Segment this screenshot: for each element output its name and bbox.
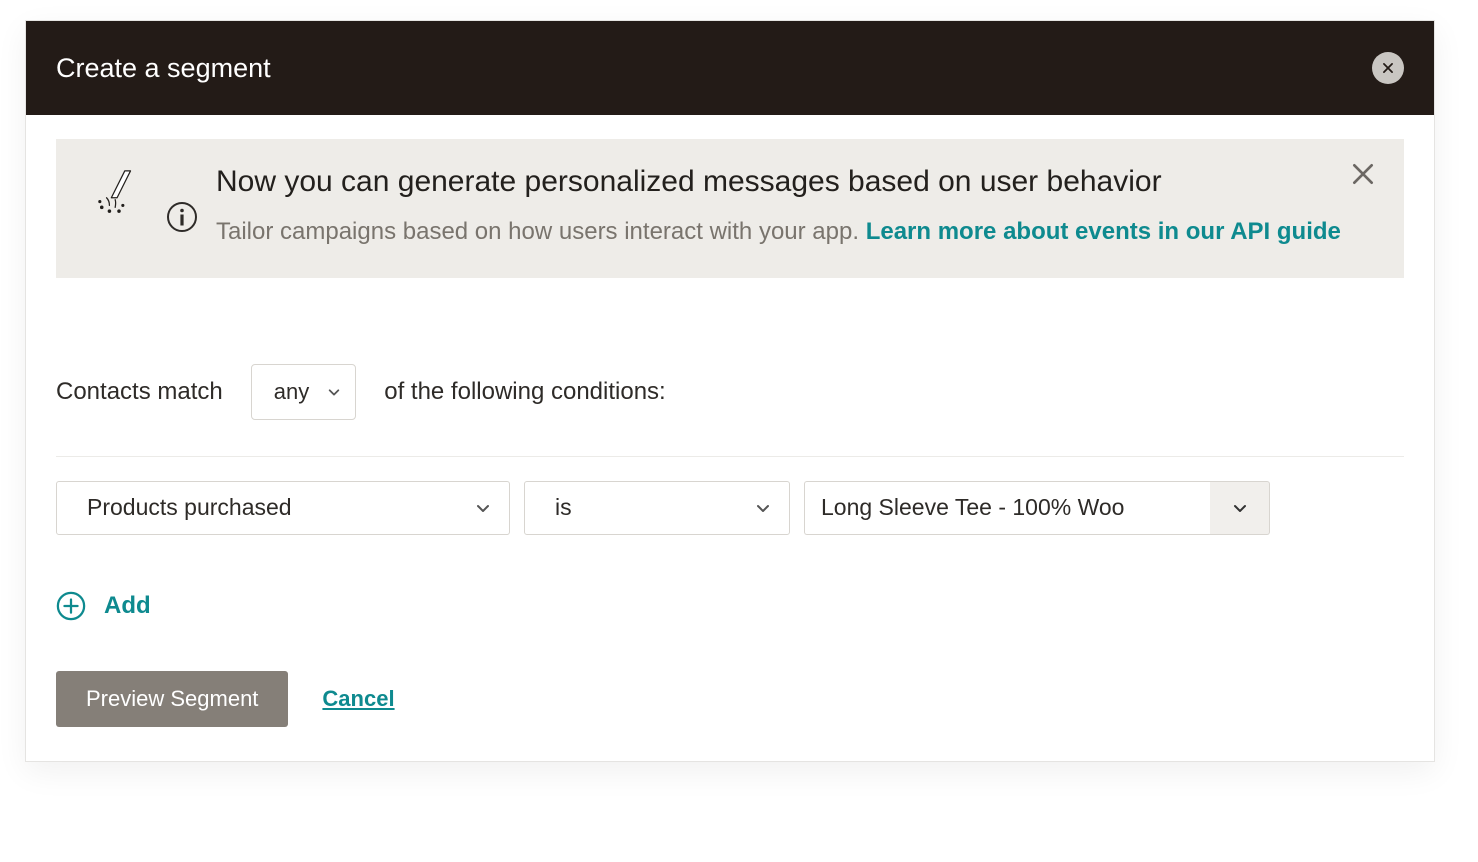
chevron-down-icon (755, 500, 771, 516)
condition-operator-select[interactable]: is (524, 481, 790, 535)
banner-learn-more-link[interactable]: Learn more about events in our API guide (866, 218, 1341, 245)
add-condition-button[interactable]: Add (56, 591, 151, 621)
condition-operator-value: is (555, 494, 572, 521)
plus-circle-icon (56, 591, 86, 621)
add-label: Add (104, 592, 151, 620)
match-row: Contacts match any of the following cond… (56, 364, 1404, 420)
modal-close-button[interactable] (1372, 52, 1404, 84)
footer-actions: Preview Segment Cancel (56, 671, 1404, 727)
chevron-down-icon (475, 500, 491, 516)
info-banner: Now you can generate personalized messag… (56, 139, 1404, 278)
banner-heading: Now you can generate personalized messag… (216, 163, 1374, 201)
banner-sub-prefix: Tailor campaigns based on how users inte… (216, 218, 866, 245)
cancel-link[interactable]: Cancel (322, 686, 394, 712)
condition-value-select[interactable]: Long Sleeve Tee - 100% Woo (804, 481, 1210, 535)
match-prefix: Contacts match (56, 378, 223, 406)
modal-header: Create a segment (26, 21, 1434, 115)
close-icon (1381, 61, 1395, 75)
chevron-down-icon (327, 385, 341, 399)
segment-modal: Create a segment (25, 20, 1435, 762)
condition-value-group: Long Sleeve Tee - 100% Woo (804, 481, 1270, 535)
condition-row: Products purchased is Long Sleeve Tee - … (56, 481, 1404, 535)
condition-field-select[interactable]: Products purchased (56, 481, 510, 535)
chevron-down-icon (1232, 500, 1248, 516)
banner-dismiss-button[interactable] (1350, 161, 1376, 187)
preview-segment-button[interactable]: Preview Segment (56, 671, 288, 727)
wand-icon (96, 169, 142, 215)
condition-value-text: Long Sleeve Tee - 100% Woo (821, 494, 1124, 521)
match-mode-select[interactable]: any (251, 364, 356, 420)
close-icon (1350, 161, 1376, 187)
condition-value-dropdown-button[interactable] (1210, 481, 1270, 535)
match-suffix: of the following conditions: (384, 378, 666, 406)
divider (56, 456, 1404, 457)
banner-text: Now you can generate personalized messag… (216, 163, 1374, 250)
banner-subtext: Tailor campaigns based on how users inte… (216, 213, 1374, 250)
modal-title: Create a segment (56, 53, 271, 84)
info-icon (166, 201, 198, 233)
condition-field-value: Products purchased (87, 494, 292, 521)
modal-body: Now you can generate personalized messag… (26, 115, 1434, 761)
match-mode-value: any (274, 379, 309, 405)
